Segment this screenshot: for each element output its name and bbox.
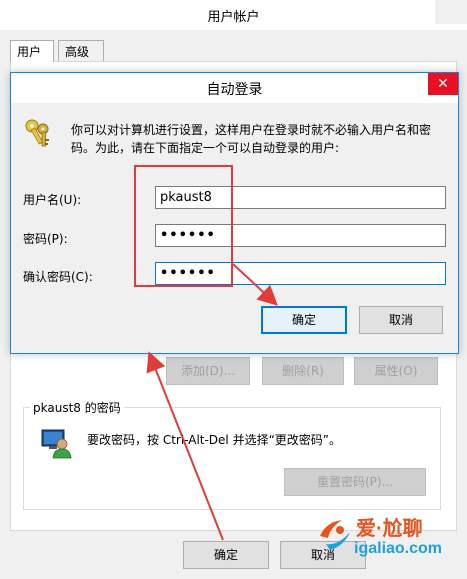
- arrow-to-dialog: [146, 351, 224, 541]
- watermark-logo-icon: [316, 508, 356, 552]
- arrow-to-ok: [232, 263, 278, 306]
- tab-users[interactable]: 用户: [10, 40, 54, 62]
- watermark-brand: 爱·尬聊: [356, 518, 423, 540]
- watermark-url: igaliao.com: [354, 540, 443, 557]
- annotation-arrows: [146, 263, 278, 541]
